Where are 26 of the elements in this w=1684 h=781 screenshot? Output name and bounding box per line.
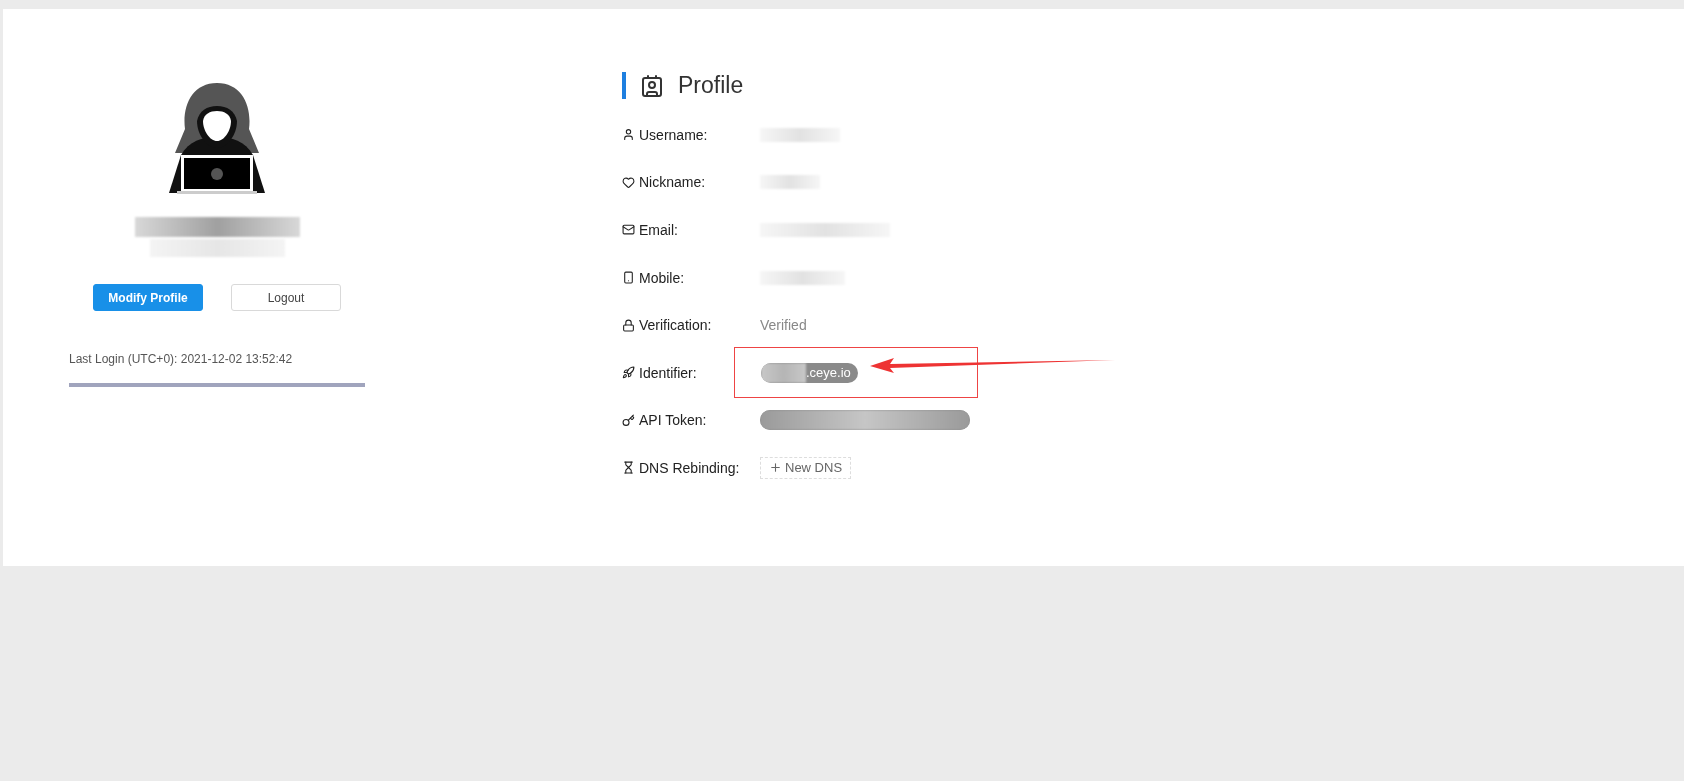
row-icon (622, 461, 635, 475)
logout-button[interactable]: Logout (231, 284, 341, 311)
row-icon (622, 366, 635, 380)
last-login-text: Last Login (UTC+0): 2021-12-02 13:52:42 (69, 352, 294, 366)
field-label: Identifier: (639, 364, 697, 381)
field-label: Mobile: (639, 269, 685, 286)
field-label: Email: (639, 222, 678, 238)
row-icon (622, 271, 635, 285)
field-label: Verification: (639, 317, 712, 334)
field-label: Username: (639, 126, 708, 143)
row-icon (622, 413, 635, 427)
row-icon (622, 318, 635, 332)
modify-profile-button[interactable]: Modify Profile (93, 284, 203, 311)
plus-icon (769, 461, 782, 475)
redacted-value (760, 175, 820, 190)
field-label: API Token: (639, 412, 707, 429)
field-label: DNS Rebinding: (639, 459, 740, 476)
row-icon (622, 175, 635, 189)
identifier-tag: .ceye.io (761, 362, 858, 383)
contact-card-icon (640, 73, 664, 98)
profile-title: Profile (678, 72, 744, 99)
field-label: Nickname: (639, 174, 706, 191)
new-dns-button[interactable]: New DNS (760, 456, 852, 479)
row-icon (622, 128, 635, 142)
row-icon (622, 223, 635, 237)
verification-status: Verified (760, 317, 807, 334)
